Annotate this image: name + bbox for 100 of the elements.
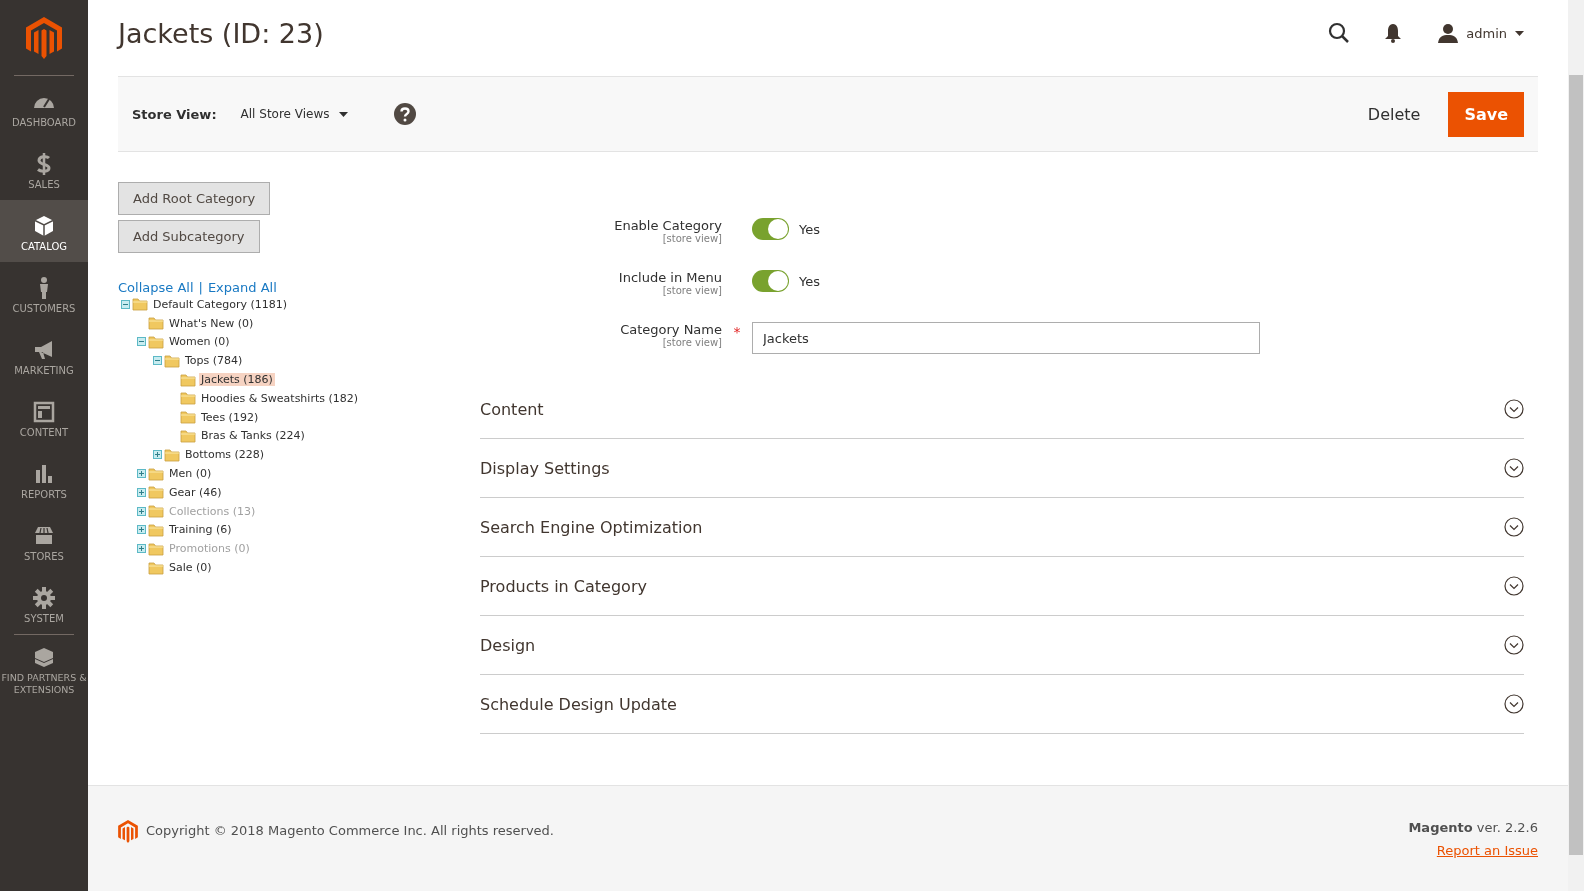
section-title: Display Settings [480, 458, 610, 478]
folder-icon [148, 485, 165, 500]
chevron-down-icon [1504, 517, 1524, 537]
bell-icon[interactable] [1384, 23, 1403, 43]
folder-icon [180, 372, 197, 387]
tree-item[interactable]: Men (0) [167, 467, 214, 481]
tree-item[interactable]: Women (0) [167, 335, 232, 349]
nav-item[interactable]: SYSTEM [0, 572, 88, 634]
toggle-switch[interactable] [752, 270, 789, 292]
caret-icon [338, 111, 348, 117]
folder-icon [164, 353, 181, 368]
version-text: Magento ver. 2.2.6 [1408, 820, 1538, 835]
chevron-down-icon [1504, 694, 1524, 714]
box-icon [32, 214, 56, 238]
section-header[interactable]: Design [480, 616, 1524, 675]
expand-toggle-icon[interactable] [137, 487, 146, 497]
collapse-all-link[interactable]: Collapse All [118, 280, 194, 295]
tree-item[interactable]: Tops (784) [183, 354, 245, 368]
collapse-toggle-icon[interactable] [153, 356, 162, 366]
caret-icon [1515, 30, 1524, 36]
logo-icon[interactable] [26, 16, 62, 59]
section-header[interactable]: Schedule Design Update [480, 675, 1524, 734]
field-label: Enable Category [614, 218, 722, 233]
collapse-toggle-icon[interactable] [137, 337, 146, 347]
tree-item[interactable]: Hoodies & Sweatshirts (182) [199, 391, 361, 405]
chevron-down-icon [1504, 635, 1524, 655]
folder-icon [148, 560, 165, 575]
chevron-down-icon [1504, 576, 1524, 596]
nav-item[interactable]: CONTENT [0, 386, 88, 448]
nav-item[interactable]: STORES [0, 510, 88, 572]
expand-toggle-icon[interactable] [137, 469, 146, 479]
text-field[interactable]: Jackets [752, 322, 1260, 354]
nav-item[interactable]: DASHBOARD [0, 76, 88, 138]
toggle-value: Yes [799, 273, 820, 289]
tree-item[interactable]: Tees (192) [199, 410, 261, 424]
save-button[interactable]: Save [1448, 91, 1524, 137]
toggle-switch[interactable] [752, 218, 789, 240]
field-label: Category Name [620, 322, 722, 337]
tree-item[interactable]: Bottoms (228) [183, 448, 267, 462]
store-view-label: Store View: [132, 106, 217, 122]
nav-item[interactable]: SALES [0, 138, 88, 200]
folder-icon [148, 504, 165, 519]
chevron-down-icon [1504, 399, 1524, 419]
nav-item[interactable]: MARKETING [0, 324, 88, 386]
copyright-text: Copyright © 2018 Magento Commerce Inc. All rights reserved. [146, 822, 554, 838]
folder-icon [180, 410, 197, 425]
gear-icon [32, 586, 56, 610]
scrollbar[interactable] [1568, 0, 1584, 891]
folder-icon [148, 522, 165, 537]
tree-item[interactable]: Sale (0) [167, 561, 214, 575]
nav-item[interactable]: FIND PARTNERS & EXTENSIONS [0, 635, 88, 705]
section-header[interactable]: Content [480, 380, 1524, 439]
required-mark: * [732, 323, 742, 340]
blocks-icon [32, 645, 56, 669]
folder-icon [148, 466, 165, 481]
search-icon[interactable] [1328, 22, 1351, 44]
nav-item[interactable]: CUSTOMERS [0, 262, 88, 324]
collapse-toggle-icon[interactable] [121, 299, 130, 309]
tree-item[interactable]: Default Category (1181) [151, 297, 289, 311]
section-title: Content [480, 399, 544, 419]
section-title: Schedule Design Update [480, 694, 677, 714]
folder-icon [132, 297, 149, 312]
layout-icon [32, 400, 56, 424]
folder-icon [180, 391, 197, 406]
tree-item[interactable]: What's New (0) [167, 316, 256, 330]
folder-icon [180, 428, 197, 443]
folder-icon [164, 447, 181, 462]
nav-item[interactable]: REPORTS [0, 448, 88, 510]
folder-icon [148, 335, 165, 349]
store-view-dropdown[interactable]: All Store Views [240, 107, 348, 121]
category-button[interactable]: Add Subcategory [118, 220, 260, 253]
section-header[interactable]: Products in Category [480, 557, 1524, 616]
tree-item[interactable]: Gear (46) [167, 485, 224, 499]
expand-toggle-icon[interactable] [137, 525, 146, 535]
expand-toggle-icon[interactable] [153, 450, 162, 460]
scope-label: [store view] [662, 337, 722, 348]
tree-item[interactable]: Training (6) [167, 523, 234, 537]
section-title: Design [480, 635, 536, 655]
folder-icon [148, 541, 165, 556]
field-label: Include in Menu [618, 270, 722, 285]
chevron-down-icon [1504, 458, 1524, 478]
logo-icon [118, 820, 138, 843]
scope-label: [store view] [662, 233, 722, 244]
nav-item[interactable]: CATALOG [0, 200, 88, 262]
help-icon[interactable] [393, 103, 416, 125]
section-title: Search Engine Optimization [480, 517, 703, 537]
tree-item[interactable]: Bras & Tanks (224) [199, 429, 307, 443]
scope-label: [store view] [662, 285, 722, 296]
tree-item[interactable]: Jackets (186) [199, 373, 275, 387]
link-separator: | [198, 280, 203, 295]
category-button[interactable]: Add Root Category [118, 182, 271, 215]
section-title: Products in Category [480, 576, 647, 596]
folder-icon [148, 316, 165, 331]
expand-all-link[interactable]: Expand All [207, 280, 277, 295]
section-header[interactable]: Display Settings [480, 439, 1524, 498]
toggle-value: Yes [799, 221, 820, 237]
user-icon [1438, 23, 1459, 43]
section-header[interactable]: Search Engine Optimization [480, 498, 1524, 557]
user-menu[interactable]: admin [1438, 23, 1524, 43]
delete-button[interactable]: Delete [1361, 103, 1427, 125]
